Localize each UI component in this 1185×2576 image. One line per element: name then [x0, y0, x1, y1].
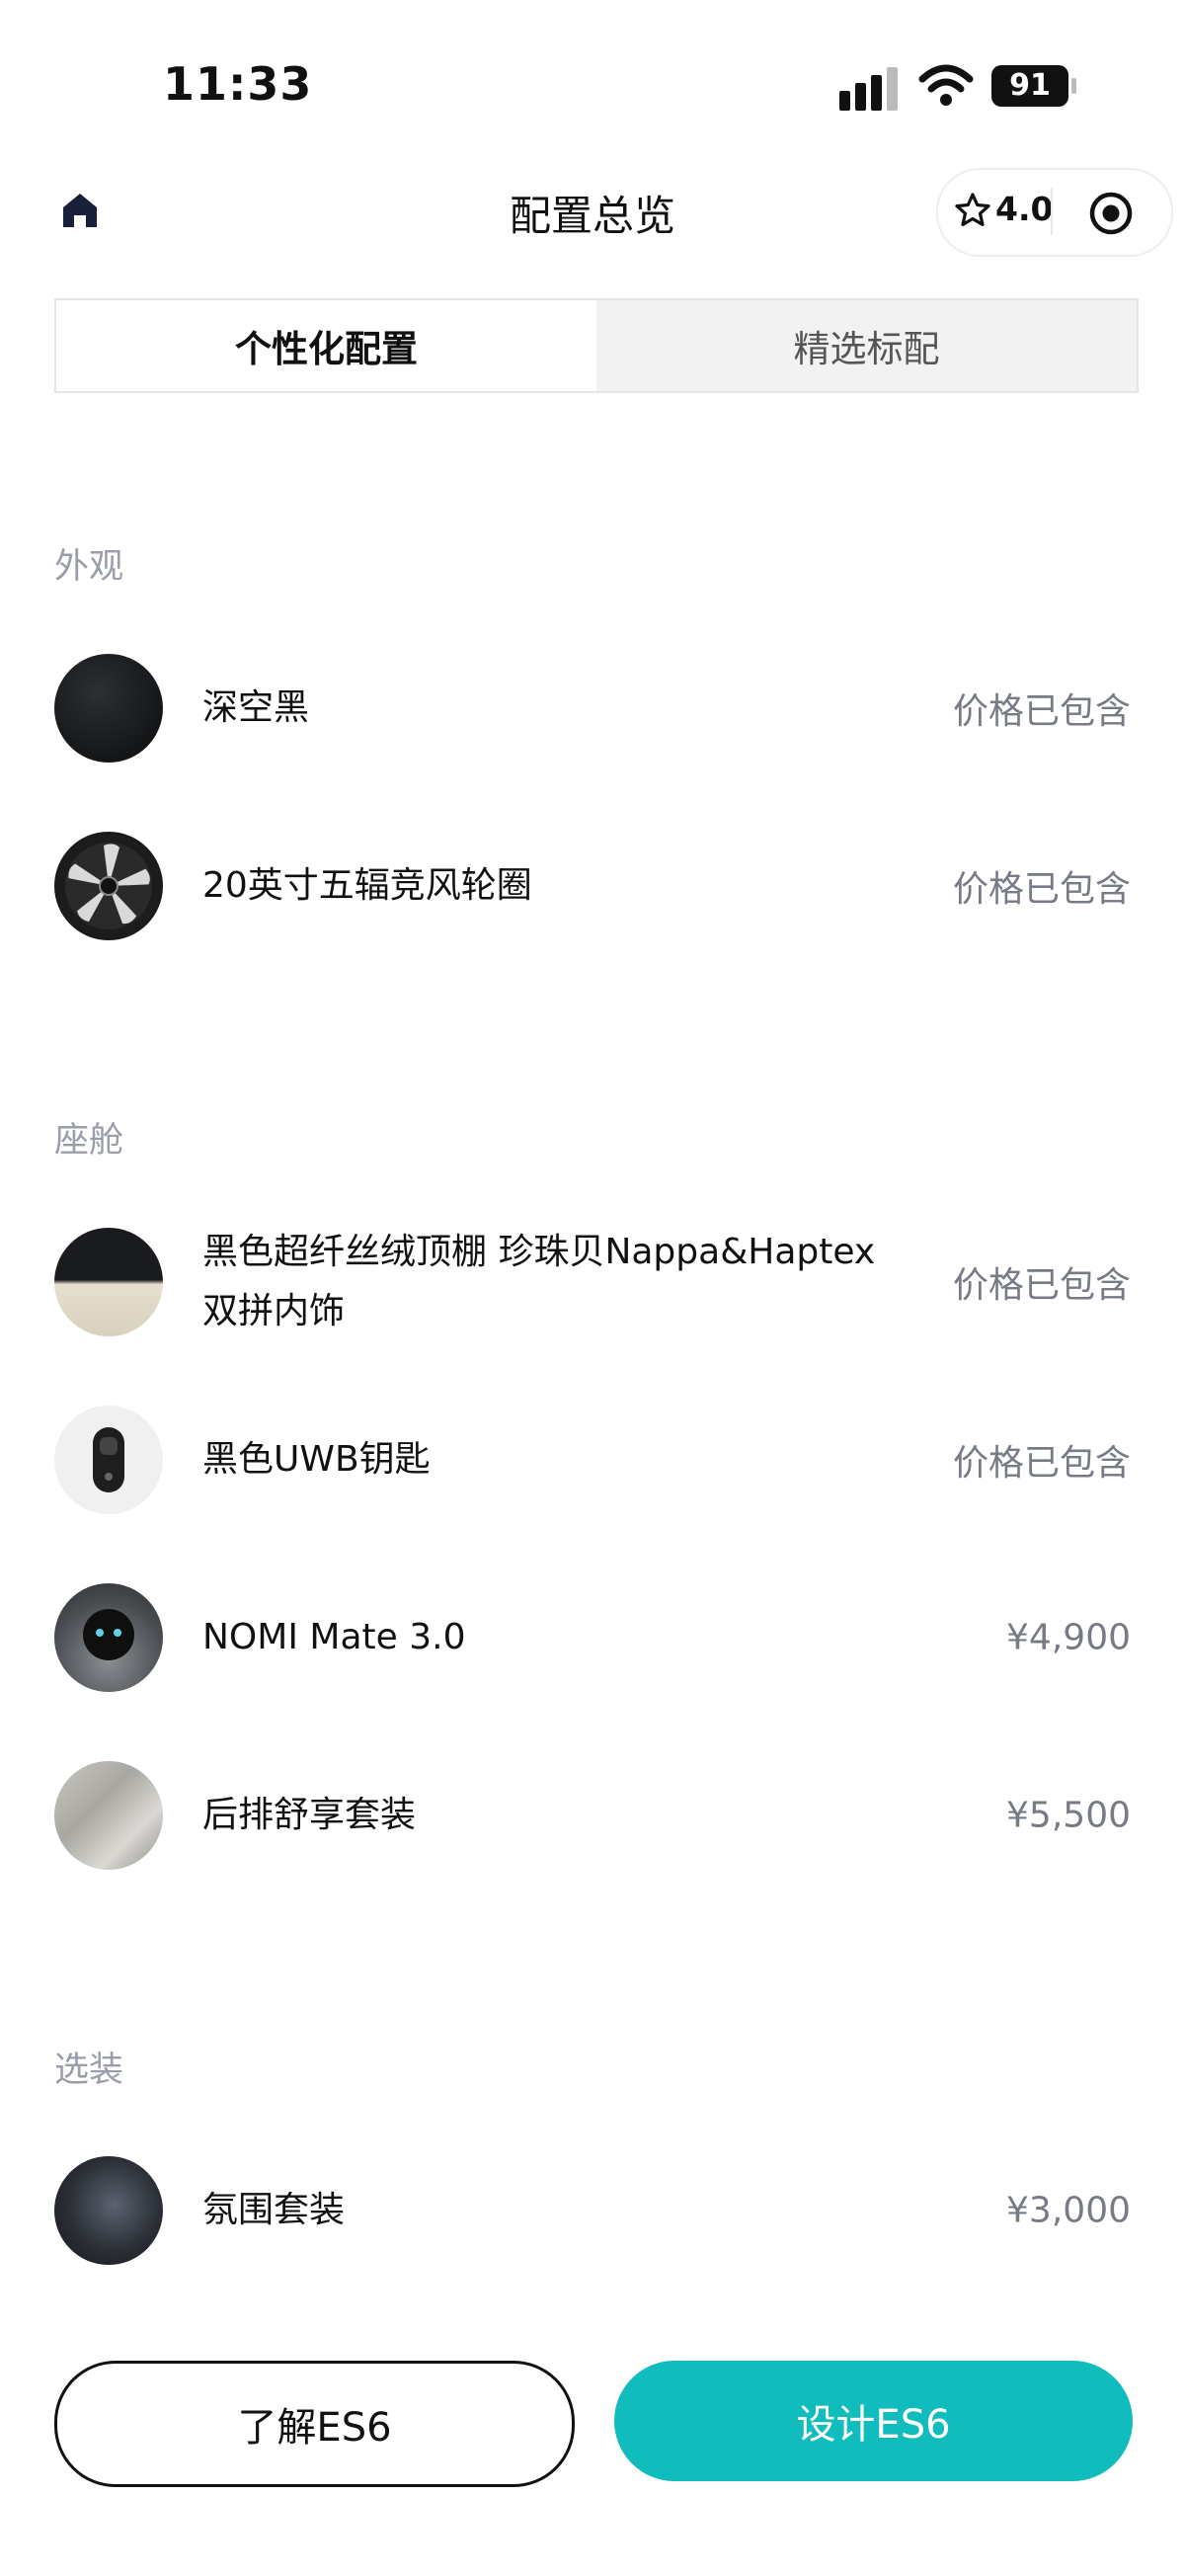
- rating-value[interactable]: 4.0: [995, 190, 1053, 228]
- list-item[interactable]: 黑色UWB钥匙 价格已包含: [54, 1406, 1131, 1514]
- tab-standard[interactable]: 精选标配: [596, 300, 1137, 391]
- battery-level: 91: [991, 65, 1068, 107]
- target-close-icon[interactable]: [1087, 190, 1135, 237]
- item-label: 氛围套装: [202, 2190, 346, 2230]
- wheel-thumbnail: [54, 832, 163, 940]
- design-es6-button[interactable]: 设计ES6: [614, 2361, 1133, 2481]
- item-price: 价格已包含: [952, 869, 1131, 910]
- item-label: 20英寸五辐竞风轮圈: [202, 865, 532, 906]
- ambient-pack-thumbnail: [54, 2156, 163, 2265]
- learn-es6-button[interactable]: 了解ES6: [54, 2361, 575, 2487]
- item-label: 黑色UWB钥匙: [202, 1439, 431, 1480]
- wifi-icon: [918, 64, 974, 106]
- list-item[interactable]: 后排舒享套装 ¥5,500: [54, 1761, 1131, 1870]
- capsule-divider: [1051, 188, 1053, 235]
- uwb-key-thumbnail: [54, 1406, 163, 1514]
- list-item[interactable]: 黑色超纤丝绒顶棚 珍珠贝Nappa&Haptex 双拼内饰 价格已包含: [54, 1228, 1131, 1336]
- battery-icon: 91: [991, 65, 1076, 107]
- item-label: 深空黑: [202, 687, 310, 728]
- item-label: 黑色超纤丝绒顶棚 珍珠贝Nappa&Haptex 双拼内饰: [202, 1223, 875, 1341]
- item-price: ¥5,500: [1006, 1795, 1131, 1836]
- nomi-mate-thumbnail: [54, 1583, 163, 1692]
- config-tabs: 个性化配置 精选标配: [54, 298, 1139, 393]
- item-price: 价格已包含: [952, 1443, 1131, 1484]
- item-label-line-1: 黑色超纤丝绒顶棚 珍珠贝Nappa&Haptex: [202, 1232, 876, 1272]
- list-item[interactable]: NOMI Mate 3.0 ¥4,900: [54, 1583, 1131, 1692]
- section-title-exterior: 外观: [54, 547, 124, 587]
- mini-program-capsule: 4.0: [936, 168, 1173, 257]
- interior-swatch-thumbnail: [54, 1228, 163, 1336]
- item-price: ¥4,900: [1006, 1617, 1131, 1658]
- status-time: 11:33: [163, 57, 313, 111]
- tab-personalized[interactable]: 个性化配置: [56, 300, 596, 391]
- paint-swatch-thumbnail: [54, 654, 163, 763]
- item-label: 后排舒享套装: [202, 1795, 417, 1835]
- section-title-options: 选装: [54, 2051, 124, 2090]
- rear-seat-thumbnail: [54, 1761, 163, 1870]
- list-item[interactable]: 深空黑 价格已包含: [54, 654, 1131, 763]
- list-item[interactable]: 氛围套装 ¥3,000: [54, 2156, 1131, 2265]
- item-price: ¥3,000: [1006, 2190, 1131, 2231]
- item-price: 价格已包含: [952, 1265, 1131, 1306]
- list-item[interactable]: 20英寸五辐竞风轮圈 价格已包含: [54, 832, 1131, 940]
- cellular-signal-icon: [839, 67, 901, 111]
- section-title-cabin: 座舱: [54, 1121, 124, 1161]
- item-label-line-2: 双拼内饰: [202, 1291, 346, 1331]
- item-price: 价格已包含: [952, 691, 1131, 732]
- star-icon[interactable]: [954, 192, 991, 229]
- item-label: NOMI Mate 3.0: [202, 1617, 466, 1657]
